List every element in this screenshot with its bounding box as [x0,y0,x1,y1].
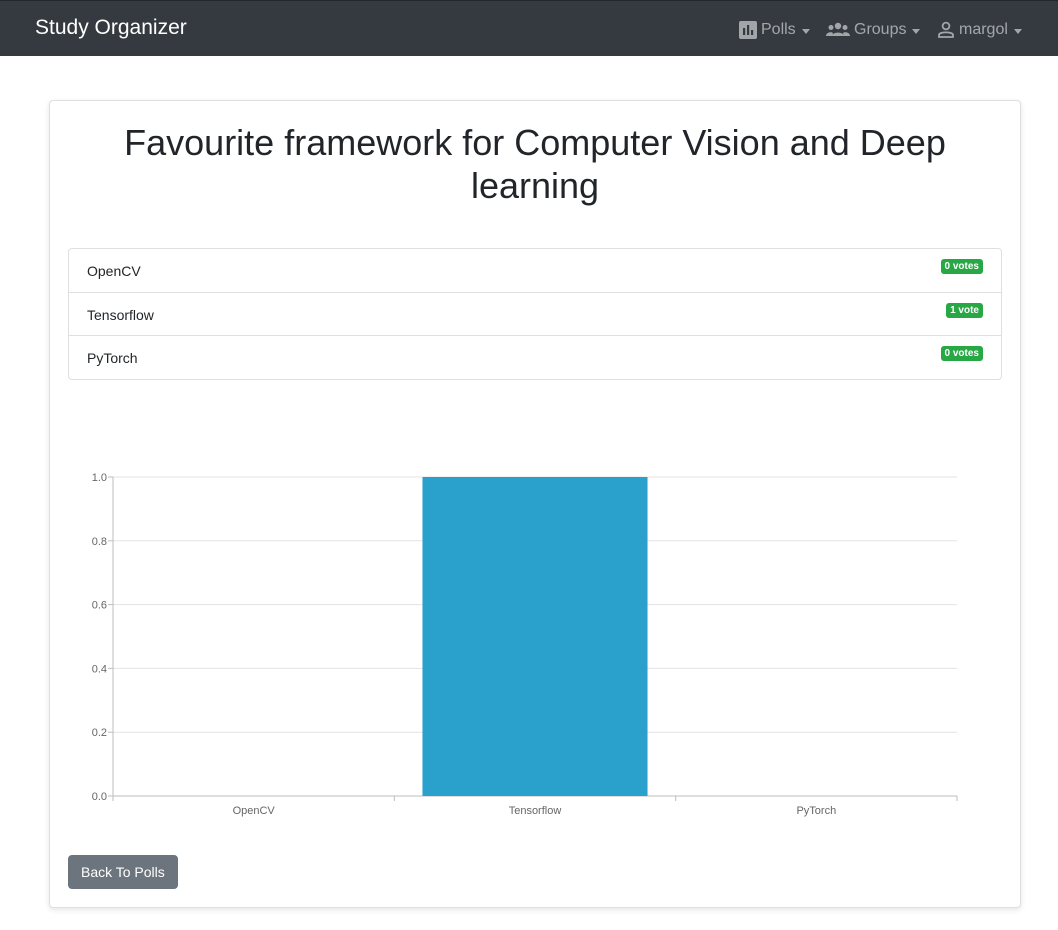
nav-user-label: margol [959,21,1008,38]
nav-groups-label: Groups [854,21,907,38]
x-tick-label: Tensorflow [509,805,562,817]
y-tick-label: 0.0 [92,791,107,803]
people-icon [826,22,850,38]
caret-down-icon [912,29,921,34]
bar-tensorflow [422,477,648,796]
navbar: Study Organizer Polls Groups margol [0,0,1058,56]
y-tick-label: 0.2 [92,727,107,739]
caret-down-icon [1013,29,1022,34]
poll-card: Favourite framework for Computer Vision … [49,100,1021,908]
nav-polls-dropdown[interactable]: Polls [739,18,810,42]
caret-down-icon [801,29,810,34]
user-icon [937,21,955,39]
x-tick-label: PyTorch [796,805,836,817]
results-bar-chart: 0.0 0.2 0.4 0.6 0.8 1.0 OpenCV Tensorflow PyTorc… [92,472,958,817]
y-tick-label: 0.6 [92,600,107,612]
bar-chart-icon [739,21,757,39]
y-tick-label: 0.8 [92,536,107,548]
back-to-polls-button[interactable]: Back To Polls [68,855,178,889]
y-tick-label: 1.0 [92,472,107,484]
x-tick-label: OpenCV [233,805,276,817]
nav-groups-dropdown[interactable]: Groups [826,18,921,42]
brand-link[interactable]: Study Organizer [35,16,187,40]
nav-polls-label: Polls [761,21,796,38]
y-tick-label: 0.4 [92,663,107,675]
nav-user-dropdown[interactable]: margol [937,18,1022,42]
